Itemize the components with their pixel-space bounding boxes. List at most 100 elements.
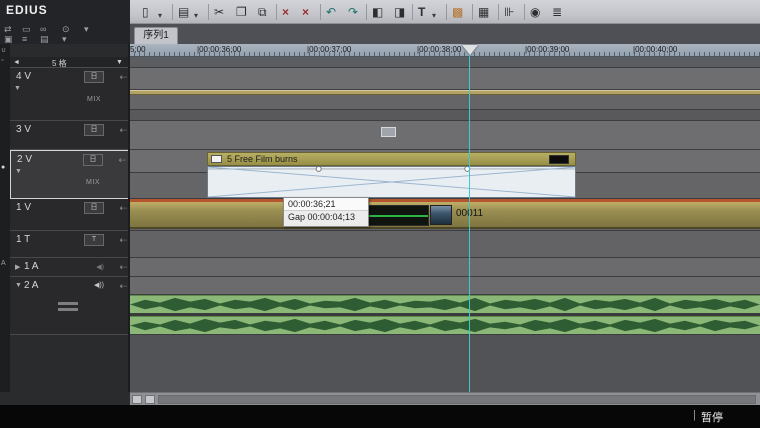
- clip-cross-graphic: [208, 167, 575, 197]
- clip-enable-checkbox[interactable]: [211, 155, 222, 163]
- channel-map-button[interactable]: 日: [83, 154, 103, 166]
- swap-arrows-icon[interactable]: ⇄: [4, 24, 12, 34]
- copy-icon[interactable]: ❐: [236, 4, 247, 20]
- ruler-ticks: [130, 52, 760, 56]
- app-title: EDIUS: [6, 3, 48, 17]
- video-clip-1v[interactable]: 00011: [130, 202, 760, 229]
- sequence-tab-bar: 序列1: [130, 24, 760, 44]
- audio-mixer-icon[interactable]: ⊪: [504, 4, 514, 20]
- track-header-4v[interactable]: 4 V ▼ 日 MIX ⇠: [10, 68, 130, 121]
- save-icon[interactable]: ▤: [178, 4, 189, 20]
- overwrite-clip-icon[interactable]: ◨: [394, 4, 405, 20]
- expander-icon[interactable]: ▼: [15, 168, 22, 175]
- transition-clip-title: 5 Free Film burns: [227, 153, 298, 165]
- channel-map-button[interactable]: T: [84, 234, 104, 246]
- patch-handle-icon[interactable]: ⇠: [119, 203, 127, 214]
- channel-map-button[interactable]: 日: [84, 202, 104, 214]
- track-2a-lane[interactable]: [130, 277, 760, 295]
- audio-waveform-channel-1[interactable]: [130, 295, 760, 314]
- waveform-mode-badge: [58, 308, 78, 311]
- timeline-empty-area[interactable]: [130, 335, 760, 392]
- grid-icon[interactable]: ▦: [478, 4, 489, 20]
- timeline-gutter[interactable]: [130, 57, 760, 68]
- horizontal-scrollbar[interactable]: [130, 392, 760, 405]
- track-header-2a[interactable]: ▼ 2 A ◀)) ⇠: [10, 277, 130, 335]
- patch-handle-icon[interactable]: ⇠: [119, 281, 127, 292]
- status-bar: | 暂停: [0, 405, 760, 428]
- save-dropdown-icon[interactable]: ▾: [194, 8, 198, 24]
- track-lock-rail: ∪ ▫ ● A: [0, 44, 10, 392]
- cut-icon[interactable]: ✂: [214, 4, 224, 20]
- grid-view-icon[interactable]: ▣: [4, 34, 13, 44]
- scroll-left-button[interactable]: [132, 395, 142, 404]
- capture-icon[interactable]: ⊙: [62, 24, 70, 34]
- expander-icon[interactable]: ▼: [15, 282, 22, 289]
- insert-clip-icon[interactable]: ◧: [372, 4, 383, 20]
- track-label: 2 A: [24, 280, 38, 291]
- rubber-band-keyframe: [316, 167, 321, 171]
- expander-icon[interactable]: ▼: [14, 85, 21, 92]
- caret-down-icon[interactable]: ▾: [84, 24, 89, 34]
- redo-icon[interactable]: ↷: [348, 4, 358, 20]
- monitor-icon[interactable]: ▭: [22, 24, 31, 34]
- delete-icon[interactable]: ×: [302, 4, 309, 20]
- undo-icon[interactable]: ↶: [326, 4, 336, 20]
- rows-view-icon[interactable]: ▤: [40, 34, 49, 44]
- track-label: 3 V: [16, 124, 31, 135]
- track-4v-lane[interactable]: [130, 68, 760, 90]
- list-view-icon[interactable]: ≡: [22, 34, 27, 44]
- track-1a-lane[interactable]: [130, 258, 760, 277]
- transition-clip-title-bar[interactable]: 5 Free Film burns: [207, 152, 576, 166]
- new-dropdown-icon[interactable]: ▾: [158, 8, 162, 24]
- patch-handle-icon[interactable]: ⇠: [118, 155, 126, 166]
- clip-thumbnail: [430, 205, 452, 225]
- patch-handle-icon[interactable]: ⇠: [119, 72, 127, 83]
- clip-end-thumbnail: [549, 155, 569, 164]
- scroll-left-button-2[interactable]: [145, 395, 155, 404]
- record-icon[interactable]: ◉: [530, 4, 540, 20]
- new-sequence-icon[interactable]: ▯: [142, 4, 149, 20]
- playhead-handle[interactable]: [462, 45, 478, 55]
- track-header-1t[interactable]: 1 T T ⇠: [10, 231, 130, 258]
- patch-handle-icon[interactable]: ⇠: [119, 125, 127, 136]
- menu-icon[interactable]: ≣: [552, 4, 562, 20]
- timecode-ruler[interactable]: 5;00 |00:00:36;00 |00:00:37;00 |00:00:38…: [130, 44, 760, 57]
- channel-map-button[interactable]: 日: [84, 124, 104, 136]
- track-header-3v[interactable]: 3 V 日 ⇠: [10, 121, 130, 150]
- layouter-icon[interactable]: ▩: [452, 4, 463, 20]
- loop-icon[interactable]: ∞: [40, 24, 46, 34]
- bottom-left-corner: [0, 392, 130, 405]
- track-header-2v-selected[interactable]: 2 V ▼ 日 MIX ⇠: [10, 150, 130, 199]
- track-header-1v[interactable]: 1 V 日 ⇠: [10, 199, 130, 231]
- speaker-icon[interactable]: ◀): [96, 263, 104, 271]
- paste-icon[interactable]: ⧉: [258, 4, 267, 20]
- transition-clip-body[interactable]: [207, 166, 576, 198]
- track-height-preset[interactable]: ◄ 5 格 ▼: [10, 57, 130, 68]
- drag-tooltip: 00:00:36;21 Gap 00:00:04;13: [283, 197, 369, 227]
- track-header-1a[interactable]: ▶ 1 A ◀) ⇠: [10, 258, 130, 277]
- patch-handle-icon[interactable]: ⇠: [119, 262, 127, 273]
- speaker-icon[interactable]: ◀)): [94, 281, 104, 289]
- track-1t-lane[interactable]: [130, 231, 760, 258]
- track-4v-keyframe-lane[interactable]: [130, 110, 760, 121]
- tab-sequence-1[interactable]: 序列1: [134, 27, 178, 44]
- audio-rail-icon: A: [1, 260, 6, 267]
- sync-mode-icon[interactable]: ∪: [1, 46, 6, 54]
- expander-icon[interactable]: ▶: [15, 263, 20, 271]
- track-3v-lane[interactable]: [130, 121, 760, 150]
- track-4v-mixer-lane[interactable]: [130, 95, 760, 110]
- scrollbar-track[interactable]: [158, 395, 756, 404]
- ripple-delete-icon[interactable]: ×: [282, 4, 289, 20]
- audio-waveform-channel-2[interactable]: [130, 316, 760, 335]
- preset-next-icon[interactable]: ▼: [116, 59, 123, 66]
- channel-map-button[interactable]: 日: [84, 71, 104, 83]
- track-1v-lane[interactable]: 00011: [130, 199, 760, 231]
- title-dropdown-icon[interactable]: ▾: [432, 8, 436, 24]
- toolbar-separator: [412, 4, 413, 20]
- caret-down-icon[interactable]: ▾: [62, 34, 67, 44]
- title-icon[interactable]: T: [418, 4, 425, 20]
- ripple-mode-icon[interactable]: ▫: [1, 57, 3, 64]
- small-clip-marker[interactable]: [381, 127, 396, 137]
- patch-handle-icon[interactable]: ⇠: [119, 235, 127, 246]
- preset-prev-icon[interactable]: ◄: [13, 59, 20, 66]
